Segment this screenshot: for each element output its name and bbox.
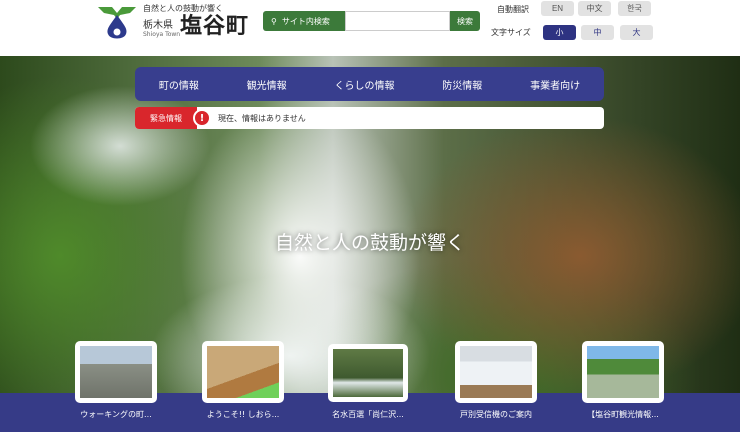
nav-living[interactable]: くらしの情報 — [334, 77, 394, 92]
card-label-welcome[interactable]: ようこそ!! しおら... — [183, 409, 303, 420]
translate-ko-button[interactable]: 한국 — [618, 1, 651, 16]
town-name: 塩谷町 — [180, 14, 250, 39]
town-romaji: Shioya Town — [143, 31, 181, 38]
search-input[interactable] — [345, 11, 450, 31]
nav-business[interactable]: 事業者向け — [530, 77, 580, 92]
card-welcome[interactable] — [202, 341, 284, 403]
translate-label: 自動翻訳 — [497, 5, 529, 14]
card-label-receiver[interactable]: 戸別受信機のご案内 — [436, 409, 556, 420]
card-image — [333, 349, 403, 397]
font-size-medium-button[interactable]: 中 — [581, 25, 614, 40]
main-nav: 町の情報 観光情報 くらしの情報 防災情報 事業者向け — [135, 67, 604, 101]
font-size-large-button[interactable]: 大 — [620, 25, 653, 40]
card-tourism[interactable] — [582, 341, 664, 403]
card-label-walking[interactable]: ウォーキングの町... — [56, 409, 176, 420]
font-size-small-button[interactable]: 小 — [543, 25, 576, 40]
search-label: ⚲ サイト内検索 — [263, 11, 345, 31]
nav-tourism[interactable]: 観光情報 — [247, 77, 287, 92]
header: 自然と人の鼓動が響く 栃木県 塩谷町 Shioya Town ⚲ サイト内検索 … — [0, 0, 740, 56]
emergency-bar: 緊急情報 ! 現在、情報はありません — [135, 107, 604, 129]
card-image — [207, 346, 279, 398]
exclamation-icon: ! — [193, 109, 211, 127]
nav-town-info[interactable]: 町の情報 — [159, 77, 199, 92]
card-walking[interactable] — [75, 341, 157, 403]
card-label-tourism[interactable]: 【塩谷町観光情報... — [563, 409, 683, 420]
card-image — [460, 346, 532, 398]
search-icon: ⚲ — [271, 16, 277, 26]
search-button[interactable]: 検索 — [450, 11, 480, 31]
nav-disaster[interactable]: 防災情報 — [442, 77, 482, 92]
search-label-text: サイト内検索 — [281, 16, 330, 26]
hero-tagline: 自然と人の鼓動が響く — [274, 232, 465, 254]
emergency-label: 緊急情報 — [135, 107, 197, 129]
town-logo[interactable] — [96, 3, 138, 41]
card-image — [80, 346, 152, 398]
card-spring-water[interactable] — [328, 344, 408, 402]
font-size-label: 文字サイズ — [491, 28, 531, 37]
card-label-spring-water[interactable]: 名水百選「尚仁沢... — [308, 409, 428, 420]
emergency-text: 現在、情報はありません — [218, 113, 306, 123]
translate-en-button[interactable]: EN — [541, 1, 574, 16]
card-receiver[interactable] — [455, 341, 537, 403]
card-image — [587, 346, 659, 398]
translate-zh-button[interactable]: 中文 — [578, 1, 611, 16]
prefecture-name: 栃木県 — [143, 20, 173, 31]
